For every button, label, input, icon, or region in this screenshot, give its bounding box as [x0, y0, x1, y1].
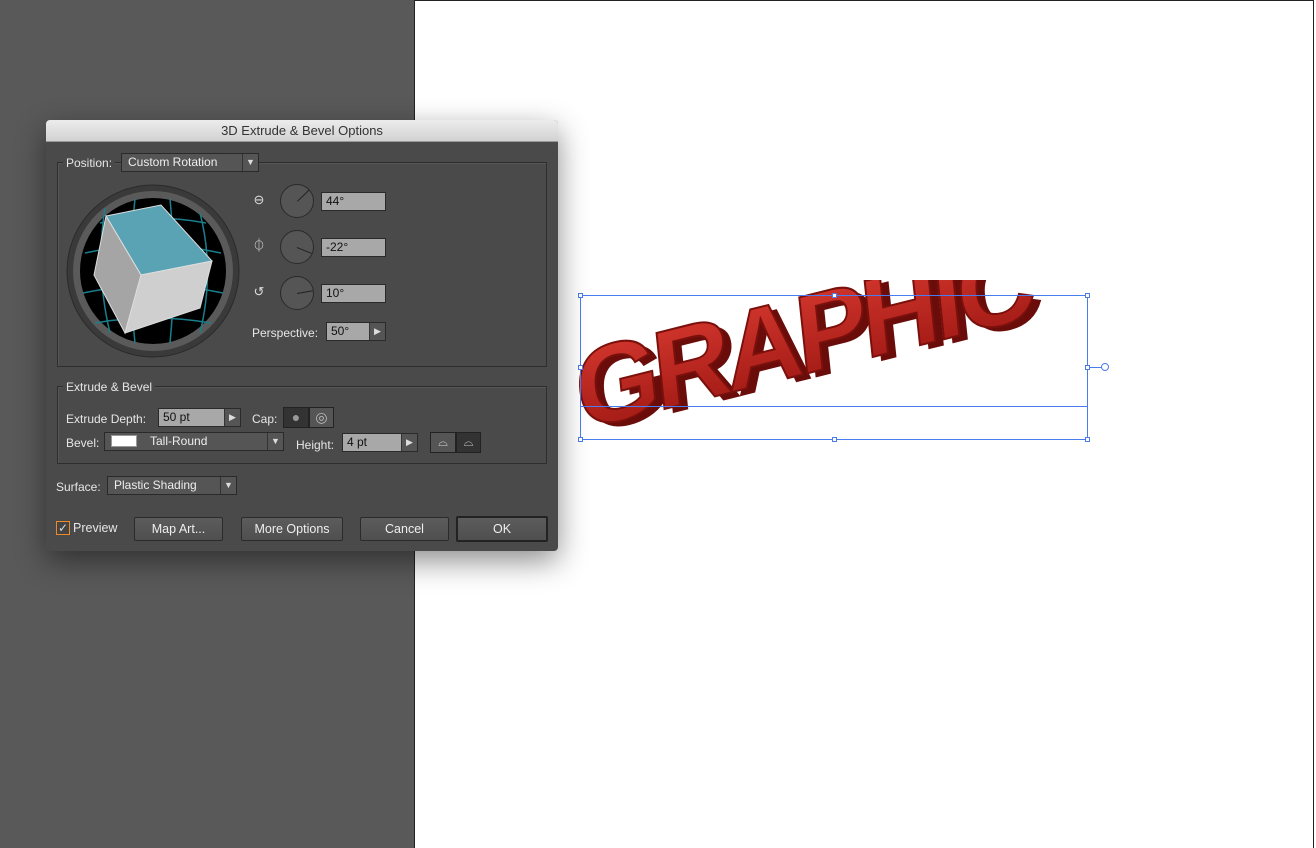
surface-value: Plastic Shading: [114, 478, 197, 492]
chevron-down-icon: ▼: [242, 154, 258, 171]
y-axis-rotate-icon: ⏀: [252, 238, 266, 253]
dialog-title: 3D Extrude & Bevel Options: [46, 120, 558, 142]
chevron-down-icon: ▼: [267, 433, 283, 450]
x-rotation-dial[interactable]: [280, 184, 314, 218]
handle[interactable]: [1085, 293, 1090, 298]
z-axis-rotate-icon: ↺: [253, 284, 265, 299]
z-rotation-field[interactable]: 10°: [321, 284, 386, 303]
x-axis-rotate-icon: ⊖: [253, 192, 265, 207]
baseline: [581, 406, 1087, 407]
handle[interactable]: [578, 437, 583, 442]
handle[interactable]: [578, 365, 583, 370]
handle[interactable]: [832, 437, 837, 442]
cap-off-icon[interactable]: ◎: [309, 407, 334, 428]
cap-on-icon[interactable]: ●: [283, 407, 309, 428]
extrude-depth-field[interactable]: 50 pt ▶: [158, 408, 241, 427]
chevron-down-icon: ▼: [220, 477, 236, 494]
extrude-depth-arrow-icon[interactable]: ▶: [224, 409, 240, 426]
perspective-label: Perspective:: [252, 326, 319, 340]
preview-label: Preview: [73, 521, 118, 535]
map-art-button[interactable]: Map Art...: [134, 517, 223, 541]
bevel-value: Tall-Round: [150, 434, 208, 448]
selection-bounding-box[interactable]: [578, 293, 1109, 442]
perspective-field[interactable]: 50° ▶: [326, 322, 386, 341]
position-dropdown[interactable]: Custom Rotation ▼: [121, 153, 259, 172]
perspective-value: 50°: [331, 324, 350, 338]
ok-button[interactable]: OK: [456, 516, 548, 542]
preview-checkbox[interactable]: ✓: [56, 521, 70, 535]
position-value: Custom Rotation: [128, 155, 218, 169]
bevel-height-value: 4 pt: [347, 435, 368, 449]
extrude-bevel-title: Extrude & Bevel: [63, 380, 156, 394]
cancel-button[interactable]: Cancel: [360, 517, 449, 541]
bevel-dropdown[interactable]: Tall-Round ▼: [104, 432, 284, 451]
extrude-depth-value: 50 pt: [163, 410, 190, 424]
position-label: Position:: [63, 156, 116, 170]
surface-dropdown[interactable]: Plastic Shading ▼: [107, 476, 237, 495]
surface-label: Surface:: [56, 480, 101, 494]
extrude-bevel-dialog: 3D Extrude & Bevel Options Position: Cus…: [46, 120, 558, 551]
z-rotation-dial[interactable]: [280, 276, 314, 310]
bevel-height-arrow-icon[interactable]: ▶: [401, 434, 417, 451]
x-rotation-field[interactable]: 44°: [321, 192, 386, 211]
height-label: Height:: [296, 438, 335, 452]
cap-label: Cap:: [252, 412, 278, 426]
handle[interactable]: [832, 293, 837, 298]
bevel-extent-out-icon[interactable]: ⌓: [430, 432, 456, 453]
y-rotation-dial[interactable]: [280, 230, 314, 264]
handle[interactable]: [578, 293, 583, 298]
bevel-label: Bevel:: [66, 436, 100, 450]
bevel-height-field[interactable]: 4 pt ▶: [342, 433, 418, 452]
bevel-extent-in-icon[interactable]: ⌓: [456, 432, 481, 453]
extrude-depth-label: Extrude Depth:: [66, 412, 147, 426]
rotation-track-cube[interactable]: [65, 183, 241, 359]
handle[interactable]: [1085, 437, 1090, 442]
y-rotation-field[interactable]: -22°: [321, 238, 386, 257]
more-options-button[interactable]: More Options: [241, 517, 343, 541]
text-port-handle[interactable]: [1101, 363, 1109, 371]
bevel-preview-icon: [111, 435, 137, 447]
perspective-slider-arrow-icon[interactable]: ▶: [369, 323, 385, 340]
